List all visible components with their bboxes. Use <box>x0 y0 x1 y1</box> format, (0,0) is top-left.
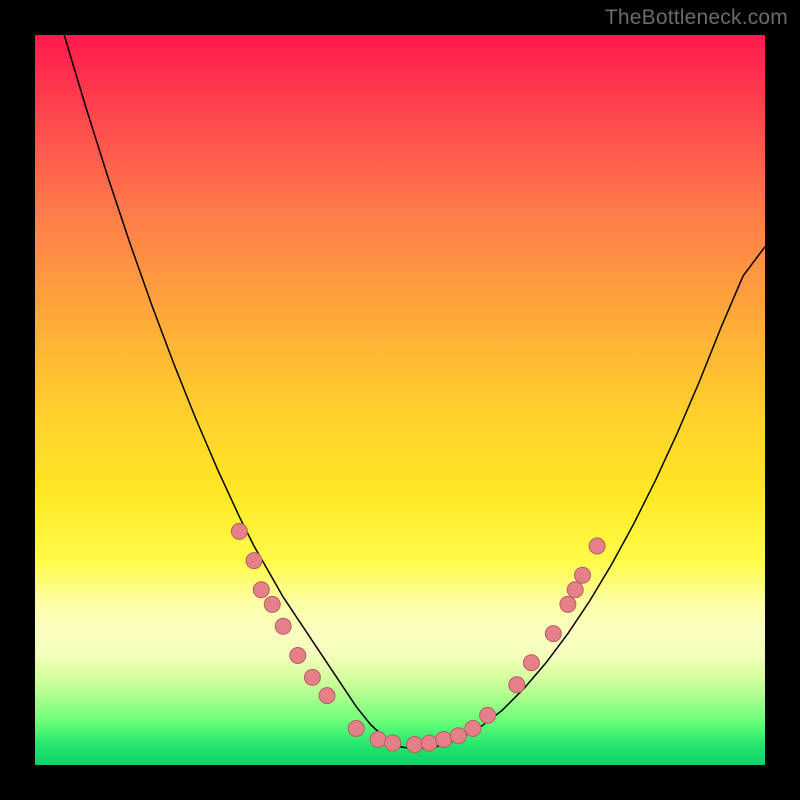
chart-frame: TheBottleneck.com <box>0 0 800 800</box>
bottleneck-curve <box>64 35 765 749</box>
marker-dot <box>348 721 364 737</box>
marker-dot <box>545 626 561 642</box>
marker-dot <box>450 728 466 744</box>
watermark-text: TheBottleneck.com <box>605 6 788 30</box>
marker-dot <box>575 567 591 583</box>
marker-dot <box>319 688 335 704</box>
marker-dot <box>480 707 496 723</box>
marker-dot <box>421 735 437 751</box>
marker-dot <box>370 731 386 747</box>
marker-dot <box>567 582 583 598</box>
marker-dot <box>253 582 269 598</box>
marker-dot <box>290 648 306 664</box>
marker-dot <box>560 596 576 612</box>
marker-dot <box>275 618 291 634</box>
marker-dot <box>436 731 452 747</box>
marker-dot <box>509 677 525 693</box>
marker-dot <box>385 735 401 751</box>
chart-overlay <box>35 35 765 765</box>
marker-dot <box>231 523 247 539</box>
marker-dot <box>523 655 539 671</box>
marker-dot <box>264 596 280 612</box>
marker-dot <box>589 538 605 554</box>
marker-dot <box>304 669 320 685</box>
marker-dot <box>246 553 262 569</box>
marker-dot <box>465 721 481 737</box>
marker-dot <box>407 737 423 753</box>
curve-markers <box>231 523 605 752</box>
